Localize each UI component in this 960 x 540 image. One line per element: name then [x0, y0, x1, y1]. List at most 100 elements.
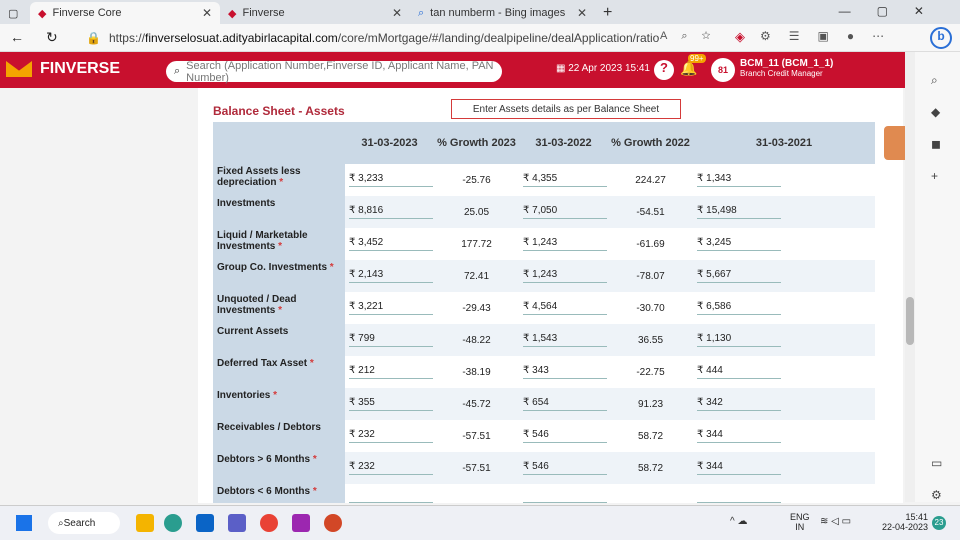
value-input[interactable]: ₹ 4,355 — [519, 164, 608, 196]
tab-title: Finverse — [242, 7, 285, 19]
table-row: Debtors > 6 Months * ₹ 232 -57.51 ₹ 546 58.7… — [213, 452, 875, 484]
value-text: ₹ 232 — [349, 461, 433, 475]
refresh-icon[interactable]: ↻ — [46, 29, 58, 46]
browser-extra-icons[interactable]: ⚙☰▣●⋯ — [760, 29, 902, 43]
value-input[interactable]: ₹ 4,564 — [519, 292, 608, 324]
value-input[interactable]: ₹ 8,816 — [345, 196, 434, 228]
value-input[interactable]: ₹ 546 — [519, 420, 608, 452]
notice-box: Enter Assets details as per Balance Shee… — [451, 99, 681, 119]
value-input[interactable]: ₹ 5,667 — [693, 260, 875, 292]
value-input[interactable] — [345, 484, 434, 503]
growth-value: 58.72 — [608, 420, 693, 452]
tab-strip: ▢ ◆ Finverse Core ✕ ◆ Finverse ✕ ⌕ tan num… — [0, 0, 960, 24]
value-text: ₹ 546 — [523, 461, 607, 475]
value-input[interactable]: ₹ 343 — [519, 356, 608, 388]
value-input[interactable]: ₹ 3,245 — [693, 228, 875, 260]
growth-value — [608, 484, 693, 503]
table-row: Fixed Assets less depreciation * ₹ 3,233 -… — [213, 164, 875, 196]
taskbar-search[interactable]: ⌕ Search — [48, 512, 120, 534]
value-input[interactable]: ₹ 355 — [345, 388, 434, 420]
value-input[interactable]: ₹ 15,498 — [693, 196, 875, 228]
powerpoint-icon[interactable] — [324, 514, 342, 532]
page-scrollbar[interactable] — [905, 52, 915, 502]
value-input[interactable]: ₹ 1,343 — [693, 164, 875, 196]
value-input[interactable]: ₹ 799 — [345, 324, 434, 356]
growth-value: -48.22 — [434, 324, 519, 356]
tab-finverse-core[interactable]: ◆ Finverse Core ✕ — [30, 2, 220, 24]
value-input[interactable]: ₹ 1,243 — [519, 228, 608, 260]
address-bar: ← ↻ 🔒 https://finverselosuat.adityabirla… — [0, 24, 960, 52]
value-input[interactable]: ₹ 232 — [345, 420, 434, 452]
chrome-icon[interactable] — [260, 514, 278, 532]
row-label-text: Receivables / Debtors — [217, 422, 321, 433]
sidebar-settings[interactable]: ▭ ⚙ — [931, 447, 942, 511]
window-controls[interactable]: —▢✕ — [839, 4, 950, 18]
value-input[interactable]: ₹ 232 — [345, 452, 434, 484]
scroll-thumb[interactable] — [906, 297, 914, 345]
tab-finverse[interactable]: ◆ Finverse ✕ — [220, 2, 410, 24]
value-text: ₹ 4,564 — [523, 301, 607, 315]
tab-bing[interactable]: ⌕ tan numberm - Bing images ✕ — [410, 2, 595, 24]
value-input[interactable]: ₹ 344 — [693, 420, 875, 452]
growth-text: -48.22 — [462, 334, 491, 346]
value-input[interactable]: ₹ 342 — [693, 388, 875, 420]
value-input[interactable]: ₹ 444 — [693, 356, 875, 388]
global-search-input[interactable]: ⌕ Search (Application Number,Finverse ID… — [166, 60, 502, 84]
notification-badge[interactable]: 23 — [932, 516, 946, 530]
edge-icon[interactable] — [164, 514, 182, 532]
row-label-text: Group Co. Investments — [217, 262, 328, 273]
value-input[interactable]: ₹ 3,221 — [345, 292, 434, 324]
value-input[interactable] — [693, 484, 875, 503]
value-input[interactable]: ₹ 344 — [693, 452, 875, 484]
windows-start-icon[interactable] — [16, 515, 32, 531]
user-info[interactable]: BCM_11 (BCM_1_1) Branch Credit Manager — [740, 58, 833, 78]
language-indicator[interactable]: ENG IN — [790, 512, 810, 532]
file-explorer-icon[interactable] — [136, 514, 154, 532]
url-field[interactable]: 🔒 https://finverselosuat.adityabirlacapi… — [86, 27, 659, 49]
extension-icon[interactable]: ◈ — [735, 29, 745, 45]
avatar[interactable]: 81 — [711, 58, 735, 82]
help-icon[interactable]: ? — [654, 60, 674, 80]
value-input[interactable] — [519, 484, 608, 503]
column-header: 31-03-2022 — [519, 122, 608, 164]
bing-icon[interactable]: b — [930, 27, 952, 49]
value-input[interactable]: ₹ 6,586 — [693, 292, 875, 324]
teams-icon[interactable] — [228, 514, 246, 532]
value-input[interactable]: ₹ 1,243 — [519, 260, 608, 292]
network-sound-icons[interactable]: ≋ ◁ ▭ — [820, 516, 851, 527]
close-tab-icon[interactable]: ✕ — [577, 6, 587, 20]
close-tab-icon[interactable]: ✕ — [202, 6, 212, 20]
sidebar-tools[interactable]: ⌕ ◆ ◼ + — [931, 64, 941, 192]
value-input[interactable]: ₹ 3,452 — [345, 228, 434, 260]
notification-badge: 99+ — [688, 54, 706, 63]
value-input[interactable]: ₹ 654 — [519, 388, 608, 420]
value-input[interactable]: ₹ 546 — [519, 452, 608, 484]
new-tab-button[interactable]: + — [595, 2, 619, 24]
value-input[interactable]: ₹ 212 — [345, 356, 434, 388]
value-text: ₹ 4,355 — [523, 173, 607, 187]
row-label: Inventories * — [213, 388, 345, 420]
required-marker: * — [327, 262, 334, 273]
browser-toolbar-icons[interactable]: A⌕☆ — [660, 30, 724, 43]
tab-actions-icon[interactable]: ▢ — [0, 2, 30, 24]
required-marker: * — [275, 305, 283, 316]
value-input[interactable]: ₹ 2,143 — [345, 260, 434, 292]
value-text — [523, 500, 607, 503]
clock[interactable]: 15:41 22-04-2023 — [866, 512, 928, 532]
value-input[interactable]: ₹ 1,130 — [693, 324, 875, 356]
value-input[interactable]: ₹ 3,233 — [345, 164, 434, 196]
close-tab-icon[interactable]: ✕ — [392, 6, 402, 20]
tray-icons[interactable]: ^ ☁ — [730, 516, 747, 527]
outlook-icon[interactable] — [196, 514, 214, 532]
lang-text: ENG — [790, 512, 810, 522]
finverse-favicon-icon: ◆ — [38, 7, 47, 20]
value-input[interactable]: ₹ 1,543 — [519, 324, 608, 356]
growth-text: -30.70 — [636, 302, 665, 314]
growth-text: 91.23 — [637, 398, 664, 410]
growth-value: -25.76 — [434, 164, 519, 196]
value-input[interactable]: ₹ 7,050 — [519, 196, 608, 228]
side-doc-button[interactable] — [884, 126, 906, 160]
back-icon[interactable]: ← — [10, 29, 24, 45]
app-icon[interactable] — [292, 514, 310, 532]
value-text: ₹ 3,452 — [349, 237, 433, 251]
